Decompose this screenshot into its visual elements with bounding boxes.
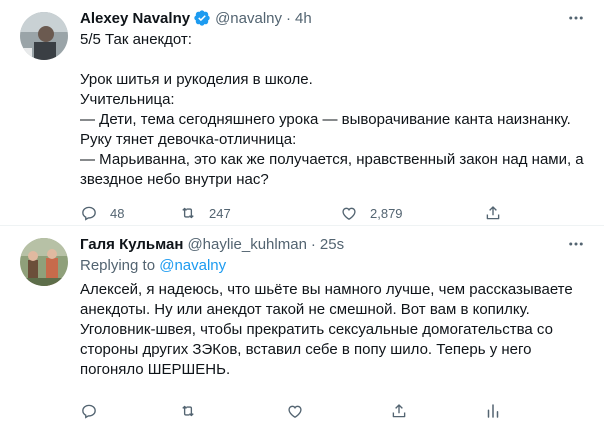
separator-dot: · bbox=[286, 9, 292, 27]
share-button[interactable] bbox=[390, 401, 408, 421]
tweet-text-line: Руку тянет девочка-отличница: bbox=[80, 131, 297, 148]
reply-icon bbox=[82, 404, 96, 419]
replying-to-mention[interactable]: @navalny bbox=[159, 257, 226, 274]
author-name[interactable]: Alexey Navalny bbox=[80, 10, 190, 27]
author-handle[interactable]: @navalny bbox=[215, 10, 282, 27]
tweet-text-line: Уголовник-швея, чтобы прекратить сексуал… bbox=[80, 321, 553, 338]
reply-icon bbox=[82, 206, 96, 221]
retweet-count: 247 bbox=[209, 205, 231, 221]
tweet-text-line: Урок шитья и рукоделия в школе. bbox=[80, 71, 313, 88]
tweet-text: 5/5 Так анекдот: Урок шитья и рукоделия … bbox=[80, 30, 590, 190]
avatar[interactable] bbox=[20, 12, 68, 60]
replying-to-label: Replying to bbox=[80, 257, 156, 274]
verified-icon bbox=[194, 10, 210, 26]
tweet-text-line: стороны других ЗЭКов, вставил себе в поп… bbox=[80, 341, 532, 358]
like-icon bbox=[342, 207, 356, 221]
tweet-text-line: 5/5 Так анекдот: bbox=[80, 31, 192, 48]
tweet[interactable]: Alexey Navalny @navalny · 4h 5/5 Так ане… bbox=[0, 0, 604, 226]
tweet[interactable]: Галя Кульман @haylie_kuhlman · 25s Reply… bbox=[0, 226, 604, 438]
timestamp[interactable]: 4h bbox=[295, 10, 312, 27]
more-button[interactable] bbox=[566, 8, 586, 28]
analytics-icon bbox=[487, 404, 499, 418]
more-icon bbox=[569, 16, 583, 20]
author-handle[interactable]: @haylie_kuhlman bbox=[187, 236, 306, 253]
tweet-header: Alexey Navalny @navalny · 4h bbox=[80, 8, 312, 28]
more-button[interactable] bbox=[566, 234, 586, 254]
timestamp[interactable]: 25s bbox=[320, 236, 344, 253]
tweet-text-line: анекдоты. Ну или анекдот такой не смешно… bbox=[80, 301, 530, 318]
retweet-icon bbox=[182, 405, 194, 417]
tweet-actions: 48 247 2,879 bbox=[80, 203, 520, 223]
tweet-text-line bbox=[80, 50, 590, 70]
tweet-text-line: — Марьиванна, это как же получается, нра… bbox=[80, 151, 584, 168]
tweet-text-line: Алексей, я надеюсь, что шьёте вы намного… bbox=[80, 281, 573, 298]
avatar[interactable] bbox=[20, 238, 68, 286]
tweet-text-line: погоняло ШЕРШЕНЬ. bbox=[80, 361, 231, 378]
more-icon bbox=[569, 242, 583, 246]
retweet-button[interactable]: 247 bbox=[179, 203, 231, 223]
like-button[interactable] bbox=[286, 401, 304, 421]
author-name[interactable]: Галя Кульман bbox=[80, 236, 183, 253]
retweet-icon bbox=[182, 207, 194, 219]
tweet-text-line: звездное небо внутри нас? bbox=[80, 171, 269, 188]
replying-to: Replying to @navalny bbox=[80, 256, 226, 276]
like-button[interactable]: 2,879 bbox=[340, 203, 403, 223]
tweet-header: Галя Кульман @haylie_kuhlman · 25s bbox=[80, 234, 344, 254]
analytics-button[interactable] bbox=[484, 401, 502, 421]
tweet-text-line: Учительница: bbox=[80, 91, 175, 108]
like-icon bbox=[288, 405, 302, 419]
reply-button[interactable]: 48 bbox=[80, 203, 124, 223]
share-icon bbox=[486, 206, 500, 220]
reply-count: 48 bbox=[110, 205, 125, 221]
reply-button[interactable] bbox=[80, 401, 98, 421]
tweet-actions bbox=[80, 401, 520, 421]
tweet-text-line: — Дети, тема сегодняшнего урока — вывора… bbox=[80, 111, 571, 128]
retweet-button[interactable] bbox=[179, 401, 197, 421]
tweet-text: Алексей, я надеюсь, что шьёте вы намного… bbox=[80, 280, 590, 380]
share-icon bbox=[392, 404, 406, 418]
share-button[interactable] bbox=[484, 203, 502, 223]
like-count: 2,879 bbox=[370, 205, 403, 221]
separator-dot: · bbox=[310, 235, 316, 253]
